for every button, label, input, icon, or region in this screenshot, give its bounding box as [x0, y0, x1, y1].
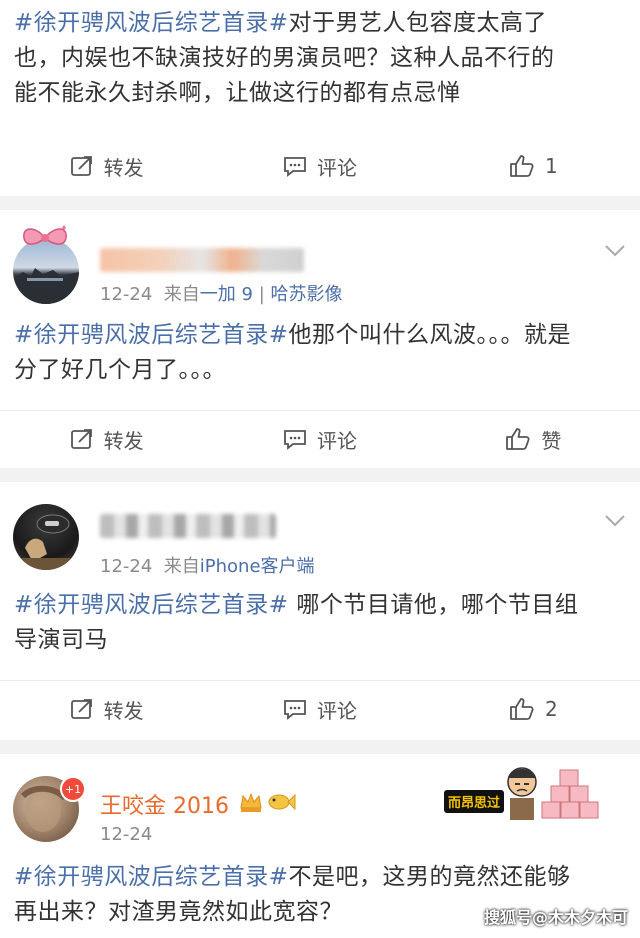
hashtag-link[interactable]: #徐开骋风波后综艺首录#: [14, 864, 289, 890]
device-source-2[interactable]: 哈苏影像: [271, 284, 343, 305]
post-text: #徐开骋风波后综艺首录# 哪个节目请他，哪个节目组 导演司马: [14, 592, 579, 653]
repost-label: 转发: [103, 155, 144, 180]
action-bar: 转发 评论 赞: [0, 410, 640, 467]
post-meta: 12-24 来自一加 9 | 哈苏影像: [100, 284, 343, 305]
comment-label: 评论: [316, 155, 357, 180]
thumbs-up-icon: [510, 155, 534, 177]
repost-icon: [70, 429, 92, 449]
like-count: 2: [544, 697, 558, 721]
watermark: 搜狐号@木木夕木可: [483, 908, 628, 927]
notification-badge: +1: [60, 776, 86, 802]
action-bar: 转发 评论 2: [0, 680, 640, 737]
post-meta: 12-24: [100, 824, 153, 845]
crown-badge-icon: [240, 792, 262, 812]
hashtag-link[interactable]: #徐开骋风波后综艺首录#: [14, 322, 289, 348]
sticker: 而昂思过: [444, 764, 604, 824]
action-bar: 转发 评论 1: [0, 138, 640, 194]
post-text: #徐开骋风波后综艺首录#对于男艺人包容度太高了 也，内娱也不缺演技好的男演员吧？…: [14, 10, 555, 106]
like-button[interactable]: 1: [427, 138, 640, 194]
like-button[interactable]: 2: [427, 681, 640, 737]
comment-label: 评论: [316, 698, 357, 723]
username-blurred[interactable]: [100, 248, 304, 272]
like-count: 1: [544, 154, 558, 178]
like-label: 赞: [541, 428, 562, 453]
repost-button[interactable]: 转发: [0, 411, 213, 467]
like-button[interactable]: 赞: [427, 411, 640, 467]
post-card-4: +1 王咬金 2016 12-24 而昂思过 #徐开骋风波后综艺首录#不是吧，这…: [0, 754, 640, 938]
post-meta: 12-24 来自iPhone客户端: [100, 556, 315, 577]
post-card-1: #徐开骋风波后综艺首录#对于男艺人包容度太高了 也，内娱也不缺演技好的男演员吧？…: [0, 0, 640, 196]
comment-button[interactable]: 评论: [213, 138, 426, 194]
device-source[interactable]: iPhone客户端: [200, 556, 315, 577]
repost-icon: [70, 699, 92, 719]
face-sticker-icon: [507, 767, 537, 820]
chevron-down-icon[interactable]: [604, 244, 626, 258]
comment-icon: [284, 700, 306, 720]
hashtag-link[interactable]: #徐开骋风波后综艺首录#: [14, 10, 289, 36]
post-text: #徐开骋风波后综艺首录#他那个叫什么风波。。。就是 分了好几个月了。。。: [14, 322, 572, 383]
thumbs-up-icon: [506, 428, 530, 450]
comment-icon: [284, 157, 306, 177]
comment-icon: [284, 430, 306, 450]
fish-badge-icon: [268, 793, 296, 811]
post-card-2: 12-24 来自一加 9 | 哈苏影像 #徐开骋风波后综艺首录#他那个叫什么风波…: [0, 210, 640, 468]
post-card-3: 12-24 来自iPhone客户端 #徐开骋风波后综艺首录# 哪个节目请他，哪个…: [0, 482, 640, 740]
avatar[interactable]: [13, 504, 79, 570]
device-source[interactable]: 一加 9: [200, 284, 253, 305]
boxes-sticker-icon: [541, 769, 599, 819]
repost-button[interactable]: 转发: [0, 138, 213, 194]
username-blurred[interactable]: [100, 514, 276, 538]
bow-decoration-icon: [23, 225, 67, 245]
hashtag-link[interactable]: #徐开骋风波后综艺首录#: [14, 592, 289, 618]
thumbs-up-icon: [510, 698, 534, 720]
repost-icon: [70, 156, 92, 176]
comment-button[interactable]: 评论: [213, 681, 426, 737]
comment-button[interactable]: 评论: [213, 411, 426, 467]
repost-button[interactable]: 转发: [0, 681, 213, 737]
sticker-text: 而昂思过: [444, 790, 505, 813]
chevron-down-icon[interactable]: [604, 514, 626, 528]
username[interactable]: 王咬金 2016: [100, 788, 229, 820]
repost-label: 转发: [103, 428, 144, 453]
repost-label: 转发: [103, 698, 144, 723]
comment-label: 评论: [316, 428, 357, 453]
